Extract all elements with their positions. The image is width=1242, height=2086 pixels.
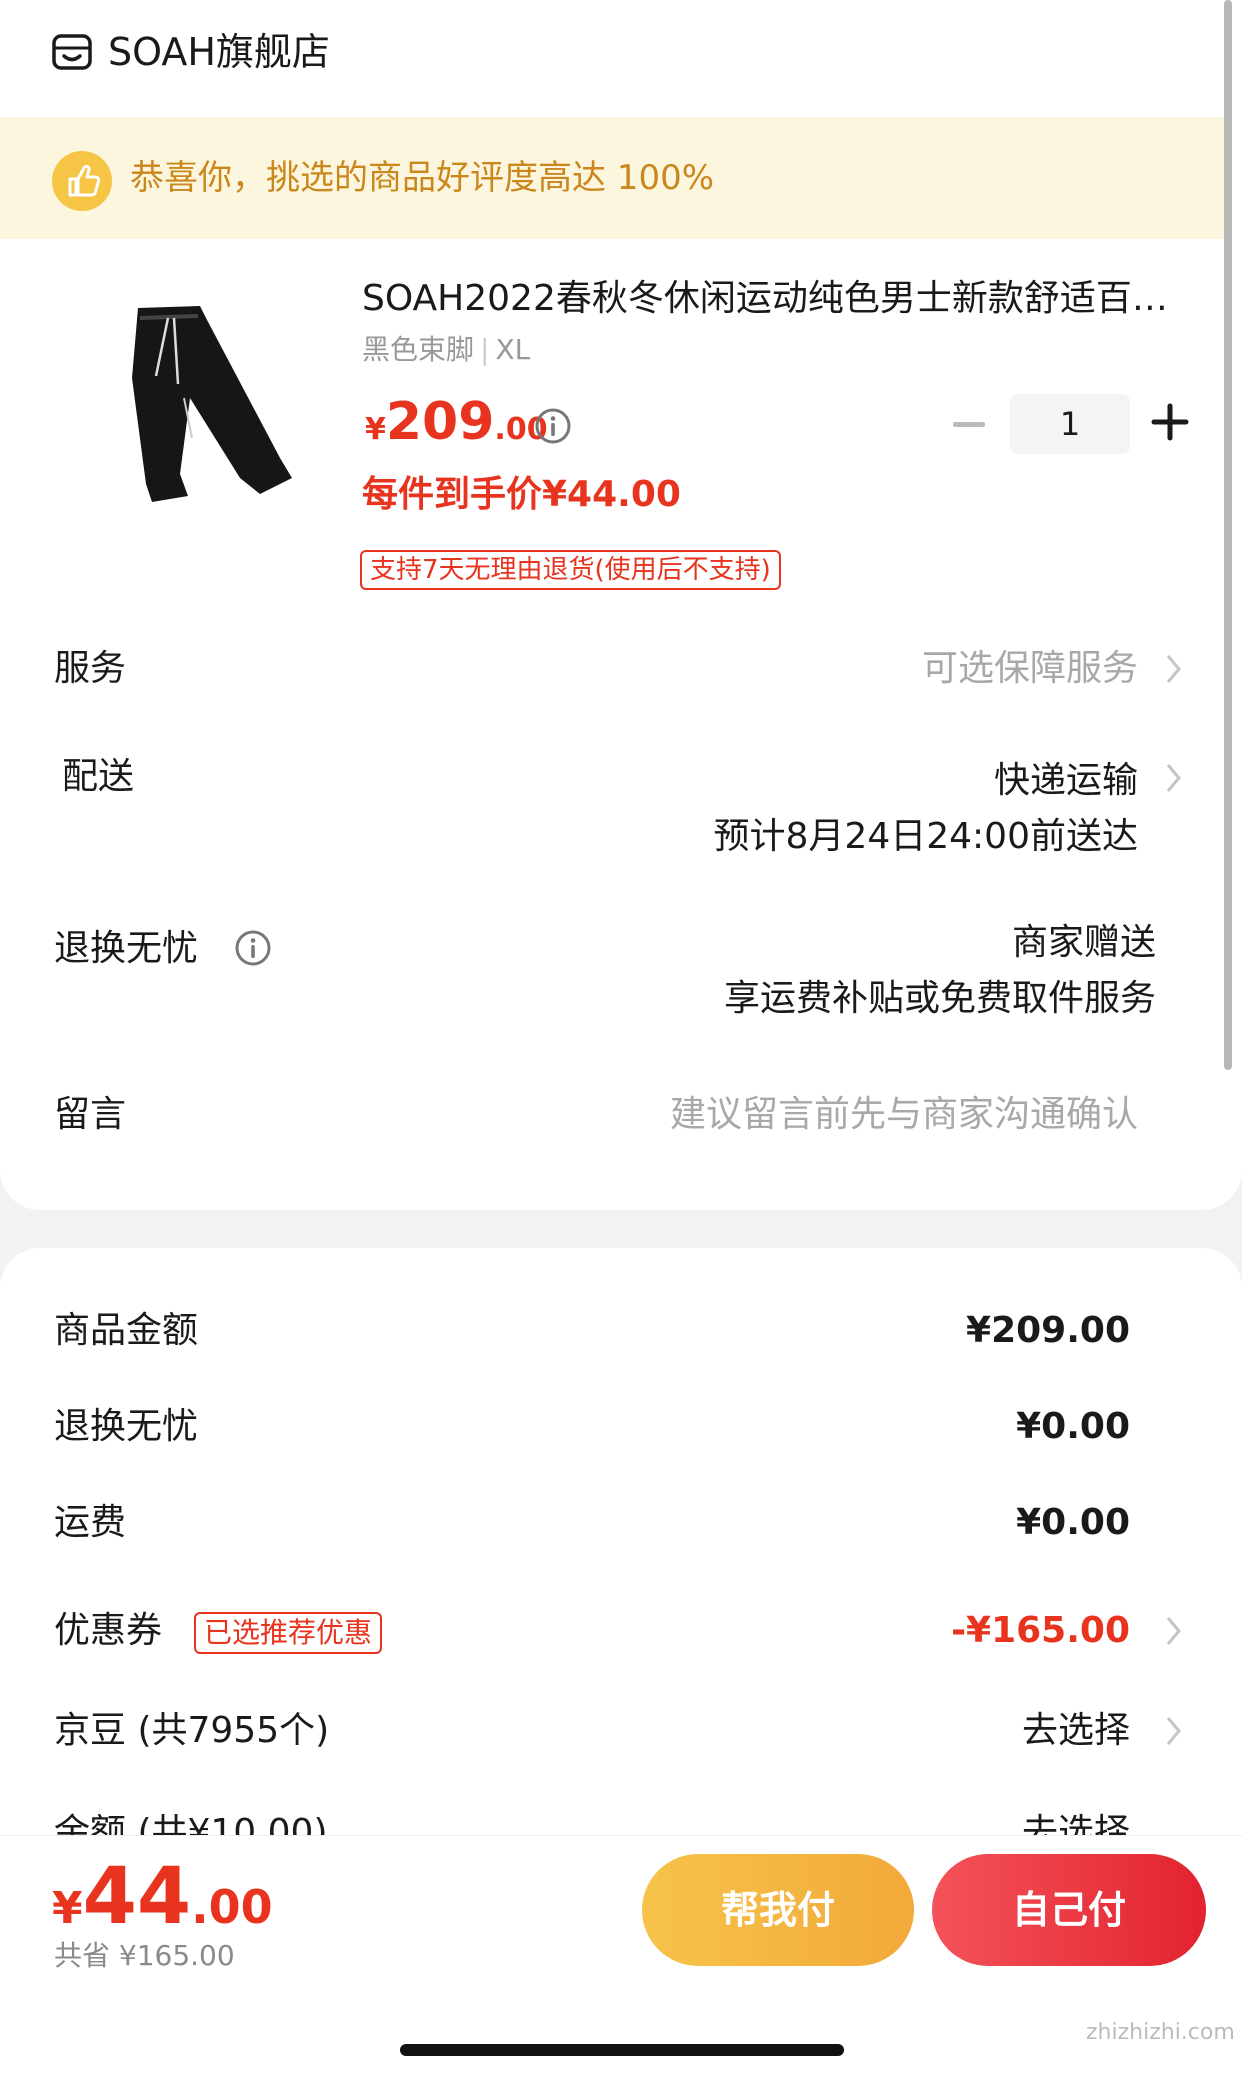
quantity-input[interactable]: 1 xyxy=(1010,394,1130,454)
watermark: zhizhizhi.com xyxy=(1086,2020,1235,2045)
price-integer: 209 xyxy=(385,392,495,452)
delivery-label: 配送 xyxy=(62,756,135,797)
shipping-fee-value: ¥0.00 xyxy=(1016,1502,1130,1543)
goods-amount-value: ¥209.00 xyxy=(966,1310,1130,1351)
price-symbol: ¥ xyxy=(365,412,386,447)
jd-beans-label: 京豆 (共7955个) xyxy=(54,1710,330,1751)
total-decimal: .00 xyxy=(191,1880,273,1934)
spec-size: XL xyxy=(495,333,531,366)
shipping-fee-label: 运费 xyxy=(54,1502,127,1543)
product-spec[interactable]: 黑色束脚 | XL xyxy=(362,330,530,370)
per-item-price: 每件到手价¥44.00 xyxy=(362,474,681,515)
spec-color: 黑色束脚 xyxy=(362,333,475,366)
worry-free-label: 退换无忧 xyxy=(54,928,199,969)
coupon-value[interactable]: -¥165.00 xyxy=(951,1606,1130,1656)
note-input[interactable]: 建议留言前先与商家沟通确认 xyxy=(670,1090,1138,1140)
coupon-label: 优惠券 xyxy=(54,1610,163,1651)
balance-label: 余额 (共¥10.00) xyxy=(54,1812,328,1835)
bottom-action-bar: ¥44.00 共省 ¥165.00 帮我付 自己付 zhizhizhi.com xyxy=(0,1835,1242,2086)
service-value[interactable]: 可选保障服务 xyxy=(922,644,1138,694)
worry-free-detail: 享运费补贴或免费取件服务 xyxy=(723,978,1156,1019)
goods-amount-label: 商品金额 xyxy=(54,1310,199,1351)
self-pay-button[interactable]: 自己付 xyxy=(932,1854,1206,1966)
total-symbol: ¥ xyxy=(52,1883,83,1934)
coupon-selected-tag: 已选推荐优惠 xyxy=(194,1612,383,1654)
minus-icon xyxy=(953,421,985,427)
chevron-right-icon[interactable] xyxy=(1163,651,1185,687)
spec-separator: | xyxy=(480,333,490,366)
total-integer: 44 xyxy=(82,1852,192,1942)
quantity-decrease-button[interactable] xyxy=(952,396,986,452)
balance-value[interactable]: 去选择 xyxy=(1022,1808,1130,1835)
worry-free-fee-value: ¥0.00 xyxy=(1016,1406,1130,1447)
worry-free-fee-label: 退换无忧 xyxy=(54,1406,199,1447)
delivery-eta: 预计8月24日24:00前送达 xyxy=(713,816,1138,857)
thumbs-up-icon xyxy=(52,151,112,211)
worry-free-info-icon[interactable] xyxy=(234,929,272,967)
product-price: ¥209.00 xyxy=(365,392,548,464)
shop-icon xyxy=(52,34,92,70)
chevron-right-icon[interactable] xyxy=(1163,1713,1185,1749)
total-saved: 共省 ¥165.00 xyxy=(54,1939,235,1972)
scrollbar[interactable] xyxy=(1224,0,1232,1070)
banner-text: 恭喜你，挑选的商品好评度高达 100% xyxy=(130,158,715,198)
jd-beans-value[interactable]: 去选择 xyxy=(1022,1706,1130,1756)
help-pay-button[interactable]: 帮我付 xyxy=(642,1854,914,1966)
return-policy-badge: 支持7天无理由退货(使用后不支持) xyxy=(360,550,781,590)
delivery-value[interactable]: 快递运输 xyxy=(994,756,1138,806)
shop-name[interactable]: SOAH旗舰店 xyxy=(108,26,330,78)
order-scroll-area[interactable]: SOAH旗舰店 恭喜你，挑选的商品好评度高达 100% SOAH2022春秋冬休… xyxy=(0,0,1242,1835)
chevron-right-icon[interactable] xyxy=(1163,760,1185,796)
worry-free-value: 商家赠送 xyxy=(1011,922,1156,963)
price-info-icon[interactable] xyxy=(534,407,572,445)
product-image[interactable] xyxy=(80,288,320,528)
product-title[interactable]: SOAH2022春秋冬休闲运动纯色男士新款舒适百搭束脚裤 xyxy=(362,274,1172,324)
quantity-increase-button[interactable] xyxy=(1150,402,1190,442)
service-label: 服务 xyxy=(54,648,127,689)
home-indicator[interactable] xyxy=(400,2044,844,2056)
note-label: 留言 xyxy=(54,1094,127,1135)
chevron-right-icon[interactable] xyxy=(1163,1613,1185,1649)
